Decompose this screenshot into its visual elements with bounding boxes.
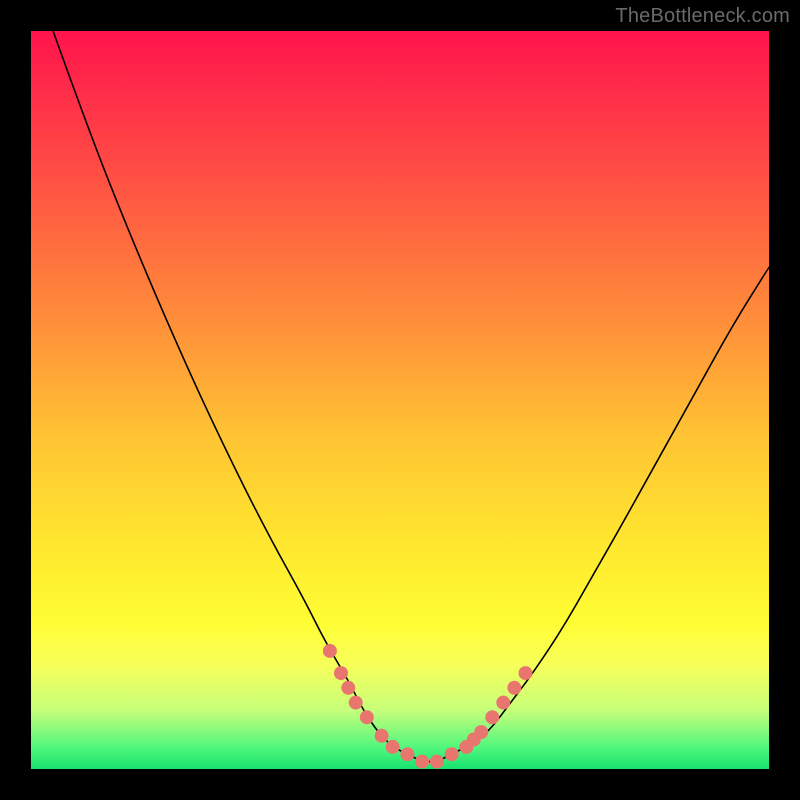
marker-dot (360, 710, 374, 724)
marker-dot (341, 681, 355, 695)
marker-dot (349, 696, 363, 710)
chart-frame (31, 31, 769, 769)
marker-dot (415, 755, 429, 769)
marker-dot (375, 729, 389, 743)
marker-dot (474, 725, 488, 739)
watermark-text: TheBottleneck.com (615, 5, 790, 28)
marker-dot (334, 666, 348, 680)
marker-group (323, 644, 533, 769)
marker-dot (323, 644, 337, 658)
marker-dot (485, 710, 499, 724)
marker-dot (430, 755, 444, 769)
marker-dot (400, 747, 414, 761)
marker-dot (507, 681, 521, 695)
marker-dot (496, 696, 510, 710)
bottleneck-curve (53, 31, 769, 762)
marker-dot (519, 666, 533, 680)
marker-dot (386, 740, 400, 754)
chart-svg (31, 31, 769, 769)
marker-dot (445, 747, 459, 761)
